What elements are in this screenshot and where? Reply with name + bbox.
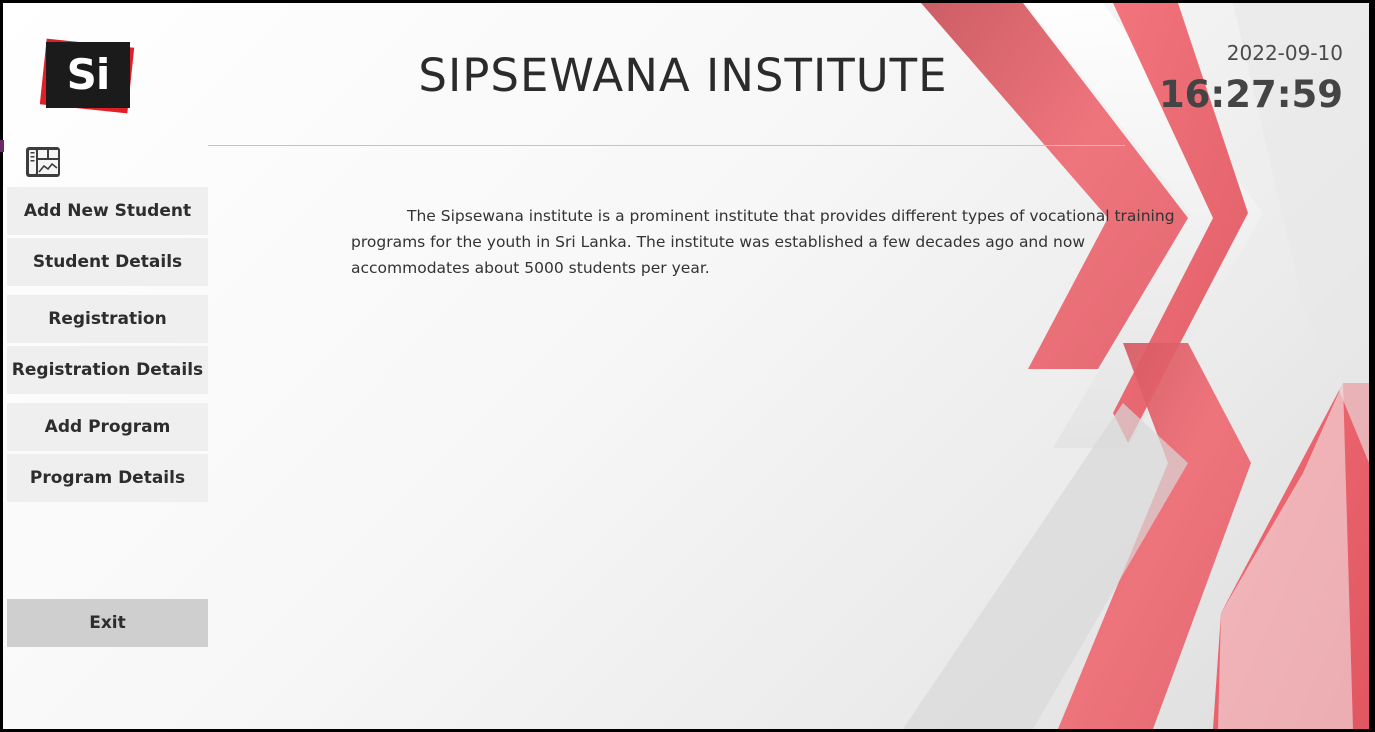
institute-description: The Sipsewana institute is a prominent i… — [351, 207, 1175, 277]
logo: Si — [37, 38, 139, 119]
registration-button[interactable]: Registration — [7, 295, 208, 343]
date-label: 2022-09-10 — [1226, 41, 1343, 65]
title-divider — [208, 145, 1125, 146]
add-program-button[interactable]: Add Program — [7, 403, 208, 451]
app-window: Si Add New Student Student Details Regis… — [3, 3, 1369, 729]
add-new-student-button[interactable]: Add New Student — [7, 187, 208, 235]
time-label: 16:27:59 — [1158, 73, 1343, 116]
white-wedge — [1218, 383, 1353, 729]
page-title: SIPSEWANA INSTITUTE — [418, 49, 948, 102]
grey-wash — [1233, 3, 1369, 463]
exit-button[interactable]: Exit — [7, 599, 208, 647]
logo-text: Si — [66, 50, 111, 99]
window-edge-mark — [0, 140, 4, 152]
registration-details-button[interactable]: Registration Details — [7, 346, 208, 394]
dashboard-icon — [25, 146, 61, 178]
program-details-button[interactable]: Program Details — [7, 454, 208, 502]
student-details-button[interactable]: Student Details — [7, 238, 208, 286]
